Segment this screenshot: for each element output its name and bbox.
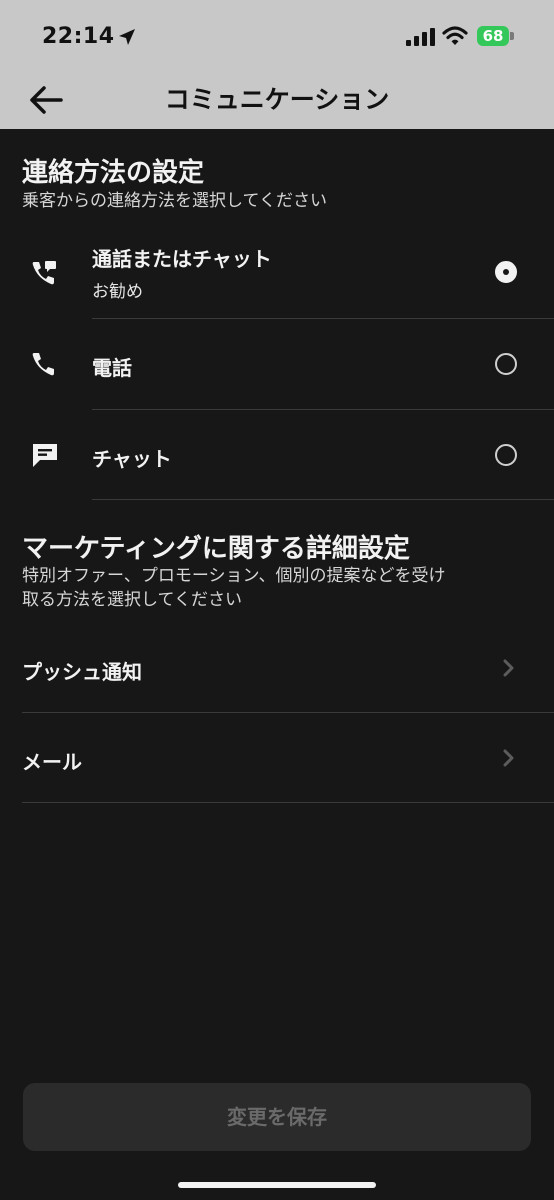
radio-chat[interactable] [495, 444, 517, 466]
battery-tip [510, 32, 514, 40]
status-time: 22:14 [42, 24, 115, 49]
option-phone[interactable]: 電話 [0, 319, 554, 409]
save-changes-button[interactable]: 変更を保存 [23, 1083, 531, 1151]
marketing-section-subtitle-line2: 取る方法を選択してください [22, 590, 242, 610]
location-arrow-icon [119, 29, 135, 45]
contact-section-subtitle: 乗客からの連絡方法を選択してください [22, 191, 327, 211]
email-label: メール [22, 750, 82, 774]
battery-indicator: 68 [477, 26, 515, 46]
contact-section-title: 連絡方法の設定 [22, 158, 205, 188]
chat-icon [33, 444, 57, 467]
option-label: チャット [92, 447, 172, 471]
marketing-section-title: マーケティングに関する詳細設定 [22, 534, 410, 564]
chevron-right-icon [503, 749, 514, 767]
option-note-recommended: お勧め [92, 282, 143, 302]
wifi-icon [442, 26, 468, 45]
page-title: コミュニケーション [164, 85, 390, 114]
email-item[interactable]: メール [0, 746, 554, 826]
radio-phone[interactable] [495, 353, 517, 375]
phone-chat-icon [32, 261, 56, 285]
divider [22, 802, 554, 803]
divider [22, 712, 554, 713]
phone-icon [32, 353, 54, 376]
option-chat[interactable]: チャット [0, 410, 554, 500]
cellular-signal-icon [406, 28, 435, 46]
divider [92, 499, 554, 500]
option-label: 電話 [92, 356, 132, 380]
push-notifications-item[interactable]: プッシュ通知 [0, 656, 554, 736]
battery-level: 68 [477, 26, 509, 46]
chevron-right-icon [503, 659, 514, 677]
option-label: 通話またはチャット [92, 247, 272, 271]
home-indicator [178, 1182, 376, 1188]
option-call-or-chat[interactable]: 通話またはチャット お勧め [0, 240, 554, 318]
top-bar: 22:14 68 コミュニケーション [0, 0, 554, 129]
radio-call-or-chat[interactable] [495, 261, 517, 283]
marketing-section-subtitle-line1: 特別オファー、プロモーション、個別の提案などを受け [22, 566, 446, 586]
push-notifications-label: プッシュ通知 [22, 660, 142, 684]
